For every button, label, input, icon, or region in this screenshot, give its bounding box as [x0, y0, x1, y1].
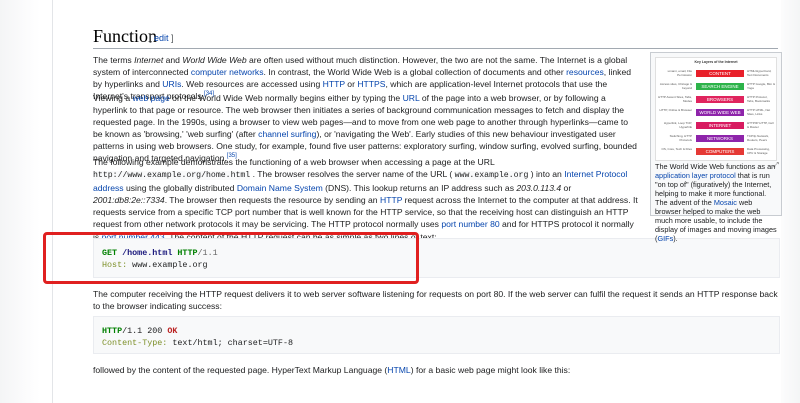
- diagram-layer: umami, email, File Permission CONTENT HTML…: [658, 69, 774, 78]
- layer-label: INTERNET: [696, 122, 744, 129]
- diagram-layer: Access sites, Chicago & beyond SEARCH ENG…: [658, 82, 775, 91]
- link-resources[interactable]: resources: [566, 67, 604, 77]
- layer-label: CONTENT: [696, 70, 744, 77]
- paragraph-3: The following example demonstrates the f…: [93, 157, 638, 242]
- layer-right-note: TCP/Ip Network, Routers, Peers: [747, 134, 770, 142]
- code-hostname: www.example.org: [454, 171, 529, 181]
- layer-right-note: Data Processing, CPU & Storage: [747, 147, 770, 155]
- diagram-layer: Hyperlink, Loop TCP, Hyperlink INTERNET HT…: [658, 121, 774, 130]
- diagram-layer: Switching, HTTP Protocols NETWORKS TCP/Ip …: [658, 134, 774, 143]
- link-gifs[interactable]: GIFs: [657, 234, 673, 243]
- code-block-response: HTTP/1.1 200 OK Content-Type: text/html;…: [93, 316, 780, 354]
- paragraph-2: Viewing a web page on the World Wide Web…: [93, 93, 637, 164]
- layer-right-note: HTTP HTML, Net Sites, Links: [747, 108, 771, 116]
- diagram-layer: OS, Core, Tech & Files COMPUTERS Data Proc…: [658, 147, 774, 156]
- paragraph-4: The computer receiving the HTTP request …: [93, 289, 778, 312]
- code-line-1: HTTP/1.1 200 OK: [102, 326, 178, 336]
- link-https[interactable]: HTTPS: [357, 79, 385, 89]
- layer-right-note: HTTP Protocol, Tabs, Bookmarks: [747, 95, 771, 103]
- link-http-2[interactable]: HTTP: [380, 195, 402, 205]
- link-url[interactable]: URL: [403, 93, 420, 103]
- link-http[interactable]: HTTP: [323, 79, 345, 89]
- thumbnail-caption: The World Wide Web functions as an appli…: [655, 162, 777, 243]
- section-edit: [ edit ]: [149, 33, 174, 43]
- heading-divider: [93, 48, 778, 49]
- layer-label: WORLD WIDE WEB: [696, 109, 744, 116]
- left-margin: [0, 0, 40, 403]
- layer-left-note: Access sites, Chicago & beyond: [659, 82, 692, 90]
- highlight-annotation: [43, 232, 419, 284]
- layer-label: SEARCH ENGINE: [696, 83, 744, 90]
- link-mosaic[interactable]: Mosaic: [714, 198, 737, 207]
- thumbnail-figure: Key Layers of the Internet umami, email,…: [650, 52, 782, 243]
- link-channel-surfing[interactable]: channel surfing: [258, 129, 316, 139]
- code-line-2: Content-Type: text/html; charset=UTF-8: [102, 337, 293, 348]
- layer-left-note: Switching, HTTP Protocols: [669, 134, 692, 142]
- edit-link[interactable]: edit: [154, 33, 169, 43]
- article-content: Function [ edit ] The terms Internet and…: [52, 0, 782, 403]
- code-url: http://www.example.org/home.html: [93, 171, 251, 181]
- layer-left-note: umami, email, File Permission: [667, 69, 692, 77]
- layer-right-note: HTTP/IP HTTP, Cell & Router: [747, 121, 774, 129]
- link-html[interactable]: HTML: [387, 365, 410, 375]
- diagram-title: Key Layers of the Internet: [694, 60, 738, 64]
- layer-left-note: Hyperlink, Loop TCP, Hyperlink: [663, 121, 692, 129]
- layer-right-note: HTTP Google, Bim & Yoga: [747, 82, 775, 90]
- internet-layers-diagram[interactable]: Key Layers of the Internet umami, email,…: [655, 57, 777, 161]
- layer-label: BROWSERS: [696, 96, 744, 103]
- layer-label: COMPUTERS: [696, 148, 744, 155]
- paragraph-5: followed by the content of the requested…: [93, 365, 571, 375]
- layer-label: NETWORKS: [696, 135, 744, 142]
- layer-right-note: HTML/HyperCard, Text Documents: [747, 69, 772, 77]
- page: Function [ edit ] The terms Internet and…: [0, 0, 800, 403]
- layer-left-note: OS, Core, Tech & Files: [661, 147, 692, 151]
- layer-left-note: HTTP, Online & Browser: [659, 108, 692, 112]
- diagram-layer: HTTP Ascent Sites, Tabs, Modes BROWSERS HT…: [658, 95, 774, 104]
- link-port-80[interactable]: port number 80: [441, 219, 499, 229]
- link-web-page[interactable]: web page: [133, 93, 170, 103]
- link-uris[interactable]: URIs: [162, 79, 181, 89]
- link-application-layer-protocol[interactable]: application layer protocol: [655, 171, 736, 180]
- layer-left-note: HTTP Ascent Sites, Tabs, Modes: [658, 95, 692, 103]
- diagram-layer: HTTP, Online & Browser WORLD WIDE WEB HTTP…: [658, 108, 774, 117]
- section-heading: Function: [93, 26, 158, 46]
- link-computer-networks[interactable]: computer networks: [191, 67, 264, 77]
- link-dns[interactable]: Domain Name System: [237, 183, 323, 193]
